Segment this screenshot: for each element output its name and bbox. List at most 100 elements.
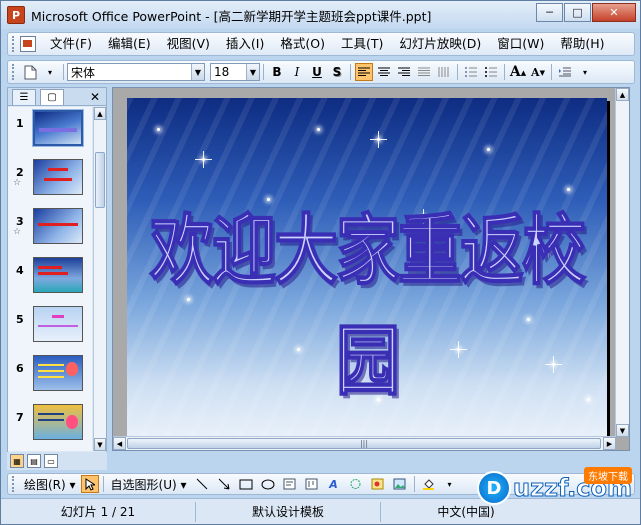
powerpoint-app-icon[interactable]: P [7,6,25,24]
menu-file[interactable]: 文件(F) [42,34,100,54]
toolbar-grip[interactable] [12,64,16,80]
oval-tool-icon[interactable] [261,478,275,490]
textbox-tool-icon[interactable] [283,478,297,490]
slide-title-text[interactable]: 欢迎大家重返校园 [127,190,607,411]
drawbar-grip[interactable] [12,476,16,492]
slide-thumbnail[interactable] [33,306,83,342]
slide-thumbnail-row[interactable]: 6 [8,352,92,401]
title-bar[interactable]: P Microsoft Office PowerPoint - [高二新学期开学… [1,1,640,29]
slide-thumbnail-row[interactable]: 2 ☆ [8,156,92,205]
thumbnail-scrollbar[interactable]: ▲ ▼ [93,107,106,451]
shrink-font-button[interactable]: A ▼ [529,63,547,81]
vertical-textbox-icon[interactable] [305,478,319,490]
slide-thumbnail[interactable] [33,159,83,195]
slide-thumbnail[interactable] [33,355,83,391]
document-icon[interactable] [20,36,36,52]
chevron-down-icon[interactable]: ▼ [246,64,259,80]
picture-tool-icon[interactable] [393,478,407,490]
editor-vertical-scrollbar[interactable]: ▲ ▼ [615,88,629,437]
slide-thumbnail-row[interactable]: 4 [8,254,92,303]
fill-color-icon[interactable] [422,478,436,490]
normal-view-icon[interactable]: ▦ [10,454,24,468]
toolbar-options-icon[interactable]: ▾ [576,63,594,81]
maximize-button[interactable]: □ [564,3,591,22]
tab-slides[interactable]: ▢ [40,88,64,105]
scroll-right-icon[interactable]: ▶ [603,437,616,450]
horizontal-scroll-thumb[interactable]: ||| [127,438,601,449]
rectangle-tool-icon[interactable] [239,478,253,490]
distributed-button[interactable] [435,63,453,81]
select-pointer-button[interactable] [80,475,99,493]
grow-font-button[interactable]: A ▲ [509,63,527,81]
diagram-tool-icon[interactable] [349,478,363,490]
bullets-button[interactable] [482,63,500,81]
slide-thumbnail-list[interactable]: 1 2 ☆ 3 ☆ 4 5 6 7 [8,107,92,451]
chevron-down-icon[interactable]: ▾ [441,475,459,493]
chevron-down-icon[interactable]: ▾ [41,63,59,81]
menu-view[interactable]: 视图(V) [159,34,218,54]
menubar-grip[interactable] [12,36,16,52]
wordart-tool-icon[interactable]: A [327,478,341,491]
sparkle-star-icon [195,151,212,168]
toolbar-separator [504,64,505,80]
tab-outline[interactable]: ☰ [12,88,36,105]
clipart-tool-icon[interactable] [371,478,385,490]
chevron-down-icon[interactable]: ▼ [191,64,204,80]
menu-window[interactable]: 窗口(W) [489,34,552,54]
slide-editor: 欢迎大家重返校园 ▲ ▼ ◀ ||| ▶ [112,87,630,451]
justify-button[interactable] [415,63,433,81]
line-tool-icon[interactable] [195,478,209,490]
slide-number: 6 [16,362,24,375]
italic-button[interactable]: I [288,63,306,81]
slideshow-view-icon[interactable]: ▭ [44,454,58,468]
slide-thumbnail[interactable] [33,257,83,293]
bullets-icon [485,67,497,77]
draw-menu-button[interactable]: 绘图(R) ▾ [20,476,80,493]
new-file-icon[interactable] [21,63,39,81]
slide-thumbnail[interactable] [32,109,84,147]
font-size-select[interactable]: 18 ▼ [210,63,260,81]
close-button[interactable]: ✕ [592,3,636,22]
slide-thumbnail[interactable] [33,208,83,244]
scroll-down-icon[interactable]: ▼ [94,438,106,451]
slide-number: 1 [16,117,24,130]
design-template-status: 默认设计模板 [196,501,381,522]
numbering-button[interactable] [462,63,480,81]
editor-horizontal-scrollbar[interactable]: ◀ ||| ▶ [113,436,616,450]
menu-slideshow[interactable]: 幻灯片放映(D) [391,34,489,54]
autoshapes-menu-button[interactable]: 自选图形(U) ▾ [107,476,191,493]
justify-icon [418,67,430,76]
underline-button[interactable]: U [308,63,326,81]
panel-close-icon[interactable]: ✕ [90,90,100,104]
decrease-indent-button[interactable] [556,63,574,81]
shadow-button[interactable]: S [328,63,346,81]
toolbar-separator [413,476,415,492]
menu-format[interactable]: 格式(O) [272,34,333,54]
scroll-down-icon[interactable]: ▼ [616,424,629,437]
toolbar-separator [263,64,264,80]
align-center-button[interactable] [375,63,393,81]
menu-insert[interactable]: 插入(I) [218,34,272,54]
scroll-left-icon[interactable]: ◀ [113,437,126,450]
menu-edit[interactable]: 编辑(E) [100,34,159,54]
scroll-thumb[interactable] [95,152,105,208]
arrow-tool-icon[interactable] [217,478,231,490]
scroll-up-icon[interactable]: ▲ [94,107,106,120]
scroll-up-icon[interactable]: ▲ [616,88,629,101]
align-right-button[interactable] [395,63,413,81]
toolbar-separator [350,64,351,80]
font-name-select[interactable]: 宋体 ▼ [67,63,205,81]
slide-thumbnail-row[interactable]: 5 [8,303,92,352]
slide-thumbnail-row[interactable]: 7 [8,401,92,450]
slide-thumbnail[interactable] [33,404,83,440]
align-left-button[interactable] [355,63,373,81]
menu-tools[interactable]: 工具(T) [333,34,391,54]
menu-help[interactable]: 帮助(H) [552,34,612,54]
slide-thumbnail-row[interactable]: 1 [8,107,92,156]
current-slide[interactable]: 欢迎大家重返校园 [127,98,607,438]
minimize-button[interactable]: ─ [536,3,563,22]
sparkle-star-icon [317,128,320,131]
slide-thumbnail-row[interactable]: 3 ☆ [8,205,92,254]
bold-button[interactable]: B [268,63,286,81]
slide-sorter-icon[interactable]: ▤ [27,454,41,468]
